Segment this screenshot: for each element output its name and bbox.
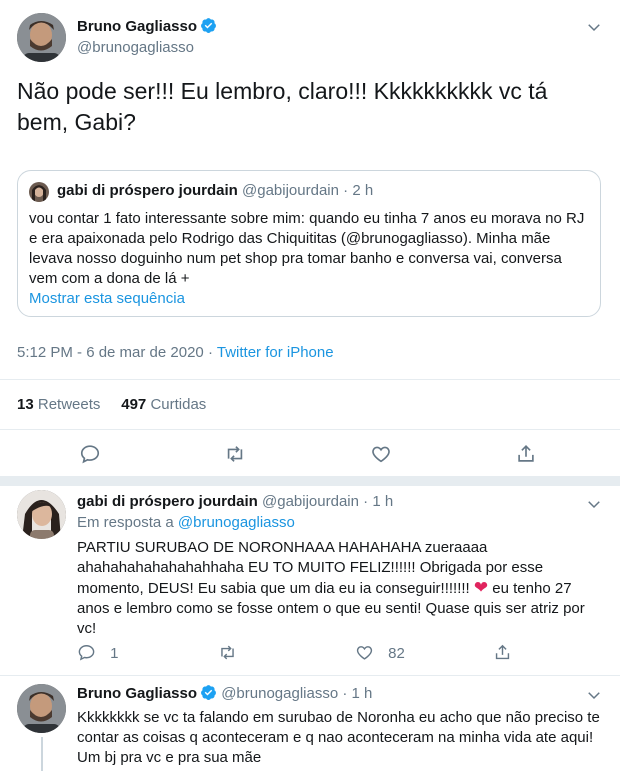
like-icon — [372, 446, 390, 463]
likes-count: 497 — [121, 396, 147, 413]
reply-tweet-text: Kkkkkkkk se vc ta falando em surubao de … — [77, 709, 600, 766]
reply-prefix: Em resposta a — [77, 514, 174, 531]
main-author-avatar[interactable] — [17, 13, 66, 62]
like-button[interactable]: 82 — [355, 643, 405, 662]
quoted-tweet-text: vou contar 1 fato interessante sobre mim… — [29, 210, 585, 287]
like-count: 82 — [388, 645, 405, 662]
reply-time[interactable]: 1 h — [372, 493, 393, 510]
thread-line — [41, 737, 43, 771]
quoted-author-line: gabi di próspero jourdain @gabijourdain … — [57, 182, 373, 199]
share-icon — [518, 445, 534, 462]
in-reply-to: Em resposta a @brunogagliasso — [77, 514, 295, 531]
main-author-name-line[interactable]: Bruno Gagliasso — [77, 17, 217, 36]
reply-icon — [78, 645, 95, 661]
retweets-stat[interactable]: 13 Retweets — [17, 396, 100, 413]
quoted-author-name: gabi di próspero jourdain — [57, 182, 238, 199]
reply-author-avatar[interactable] — [17, 684, 66, 733]
retweets-label: Retweets — [37, 396, 101, 413]
main-author-handle[interactable]: @brunogagliasso — [77, 39, 194, 56]
reply-author-avatar[interactable] — [17, 490, 66, 539]
reply-button[interactable] — [79, 443, 101, 465]
divider — [0, 379, 620, 380]
divider — [0, 429, 620, 430]
retweet-icon — [221, 645, 234, 660]
quoted-tweet[interactable]: gabi di próspero jourdain @gabijourdain … — [17, 170, 601, 317]
tweet-source[interactable]: Twitter for iPhone — [217, 344, 334, 361]
chevron-down-icon[interactable] — [585, 495, 603, 513]
section-divider — [0, 476, 620, 486]
heart-emoji: ❤ — [473, 578, 489, 597]
reply-separator: · — [363, 493, 369, 510]
reply-button[interactable]: 1 — [77, 643, 119, 662]
chevron-down-icon[interactable] — [585, 18, 603, 36]
show-thread-link[interactable]: Mostrar esta sequência — [29, 290, 185, 307]
quoted-time: 2 h — [352, 182, 374, 199]
retweet-button[interactable] — [224, 443, 246, 465]
like-icon — [356, 646, 373, 660]
retweet-button[interactable] — [218, 643, 237, 662]
retweets-count: 13 — [17, 396, 34, 413]
reply-author-name[interactable]: Bruno Gagliasso — [77, 685, 197, 702]
share-button[interactable] — [515, 443, 537, 465]
reply-tweet-text: PARTIU SURUBAO DE NORONHAAA HAHAHAHA zue… — [77, 538, 597, 639]
verified-badge-icon — [201, 18, 216, 33]
chevron-down-icon[interactable] — [585, 686, 603, 704]
reply-author-handle[interactable]: @brunogagliasso — [221, 685, 338, 702]
quoted-separator: · — [343, 182, 349, 199]
likes-stat[interactable]: 497 Curtidas — [121, 396, 206, 413]
quoted-author-handle: @gabijourdain — [242, 182, 339, 199]
retweet-icon — [227, 446, 243, 462]
share-button[interactable] — [493, 643, 512, 662]
divider — [0, 675, 620, 676]
like-button[interactable] — [370, 443, 392, 465]
reply-separator: · — [342, 685, 348, 702]
reply-mention-link[interactable]: @brunogagliasso — [178, 514, 295, 531]
reply-author-name[interactable]: gabi di próspero jourdain — [77, 493, 258, 510]
reply-author-line: gabi di próspero jourdain @gabijourdain … — [77, 493, 393, 510]
tweet-meta: 5:12 PM - 6 de mar de 2020 · Twitter for… — [17, 344, 334, 361]
main-tweet-text: Não pode ser!!! Eu lembro, claro!!! Kkkk… — [17, 78, 548, 135]
reply-author-handle[interactable]: @gabijourdain — [262, 493, 359, 510]
quoted-author-avatar — [29, 182, 49, 202]
share-icon — [495, 644, 510, 660]
verified-badge-icon — [201, 685, 216, 700]
reply-author-line: Bruno Gagliasso @brunogagliasso · 1 h — [77, 684, 372, 702]
reply-icon — [80, 445, 100, 464]
tweet-stats: 13 Retweets 497 Curtidas — [17, 396, 206, 413]
likes-label: Curtidas — [150, 396, 207, 413]
tweet-timestamp[interactable]: 5:12 PM - 6 de mar de 2020 — [17, 344, 204, 361]
main-author-name[interactable]: Bruno Gagliasso — [77, 18, 197, 35]
reply-count: 1 — [110, 645, 119, 662]
reply-time[interactable]: 1 h — [352, 685, 373, 702]
meta-separator: · — [207, 344, 213, 361]
